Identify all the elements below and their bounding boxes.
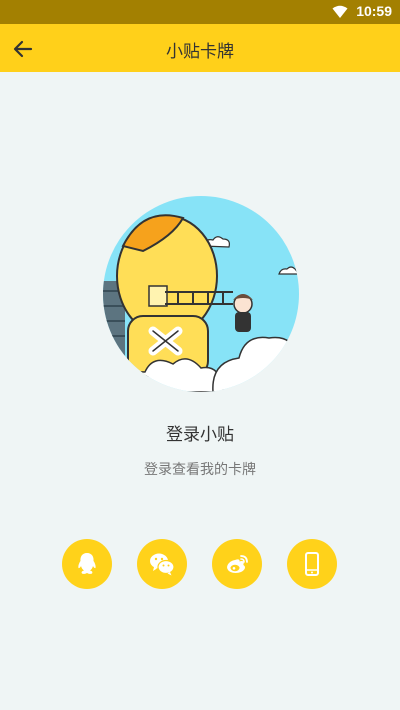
app-bar: 小贴卡牌 [0,24,400,72]
login-subtitle: 登录查看我的卡牌 [144,462,256,478]
status-bar: 10:59 [0,0,400,24]
qq-login-button[interactable] [62,539,112,589]
wechat-login-button[interactable] [137,539,187,589]
weibo-icon [227,555,248,573]
phone-login-button[interactable] [287,539,337,589]
login-title: 登录小贴 [166,425,234,445]
qq-icon [78,553,96,574]
login-options [0,539,400,589]
wechat-icon [150,553,175,576]
weibo-login-button[interactable] [212,539,262,589]
wifi-icon [332,5,348,18]
status-time: 10:59 [356,3,392,19]
phone-icon [305,552,319,576]
page-title: 小贴卡牌 [166,42,234,62]
login-illustration [103,196,299,392]
